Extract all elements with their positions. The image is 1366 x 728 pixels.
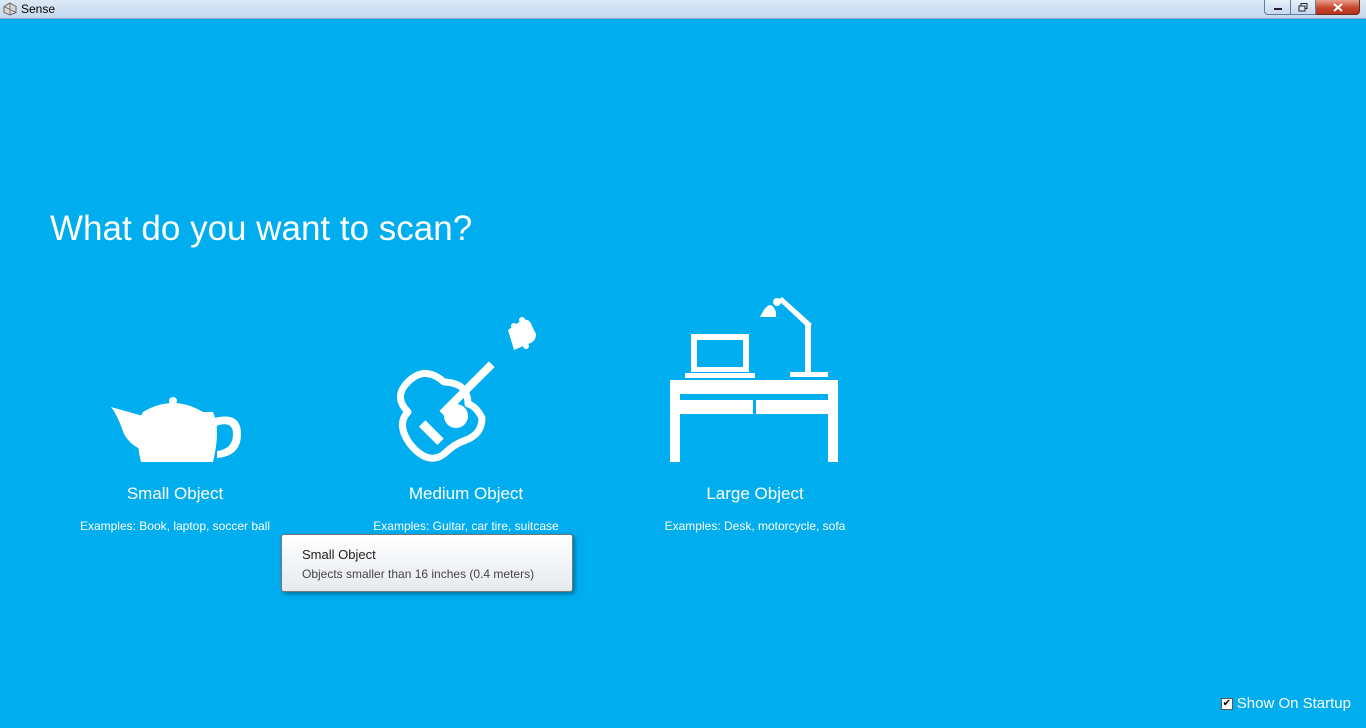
window-controls [1264, 0, 1360, 17]
page-title: What do you want to scan? [50, 209, 473, 248]
tooltip-description: Objects smaller than 16 inches (0.4 mete… [302, 567, 535, 581]
main-area: What do you want to scan? Small Object E… [0, 19, 1366, 728]
minimize-icon [1273, 8, 1282, 10]
app-icon [3, 2, 17, 16]
show-on-startup-label: Show On Startup [1236, 695, 1351, 712]
show-on-startup-toggle[interactable]: ✔ Show On Startup [1220, 695, 1351, 712]
option-examples: Examples: Guitar, car tire, suitcase [373, 519, 559, 533]
desk-icon [670, 297, 838, 462]
tooltip-title: Small Object [302, 547, 376, 562]
option-examples: Examples: Desk, motorcycle, sofa [664, 519, 846, 533]
close-icon [1332, 2, 1343, 12]
checkmark-icon: ✔ [1222, 697, 1231, 709]
option-label: Large Object [706, 484, 804, 503]
medium-object-option[interactable]: Medium Object Examples: Guitar, car tire… [336, 294, 596, 544]
restore-icon [1298, 2, 1308, 11]
option-label: Small Object [126, 484, 224, 503]
tooltip: Small Object Objects smaller than 16 inc… [281, 534, 573, 592]
close-button[interactable] [1316, 0, 1360, 15]
option-label: Medium Object [408, 484, 524, 503]
small-object-option[interactable]: Small Object Examples: Book, laptop, soc… [45, 294, 305, 544]
window-title: Sense [21, 2, 56, 16]
guitar-icon [397, 317, 536, 462]
option-examples: Examples: Book, laptop, soccer ball [79, 519, 271, 533]
minimize-button[interactable] [1264, 0, 1291, 15]
teapot-icon [111, 397, 241, 462]
show-on-startup-checkbox[interactable]: ✔ [1220, 697, 1233, 710]
title-bar: Sense [0, 0, 1366, 19]
restore-button[interactable] [1291, 0, 1316, 15]
large-object-option[interactable]: Large Object Examples: Desk, motorcycle,… [625, 294, 885, 544]
